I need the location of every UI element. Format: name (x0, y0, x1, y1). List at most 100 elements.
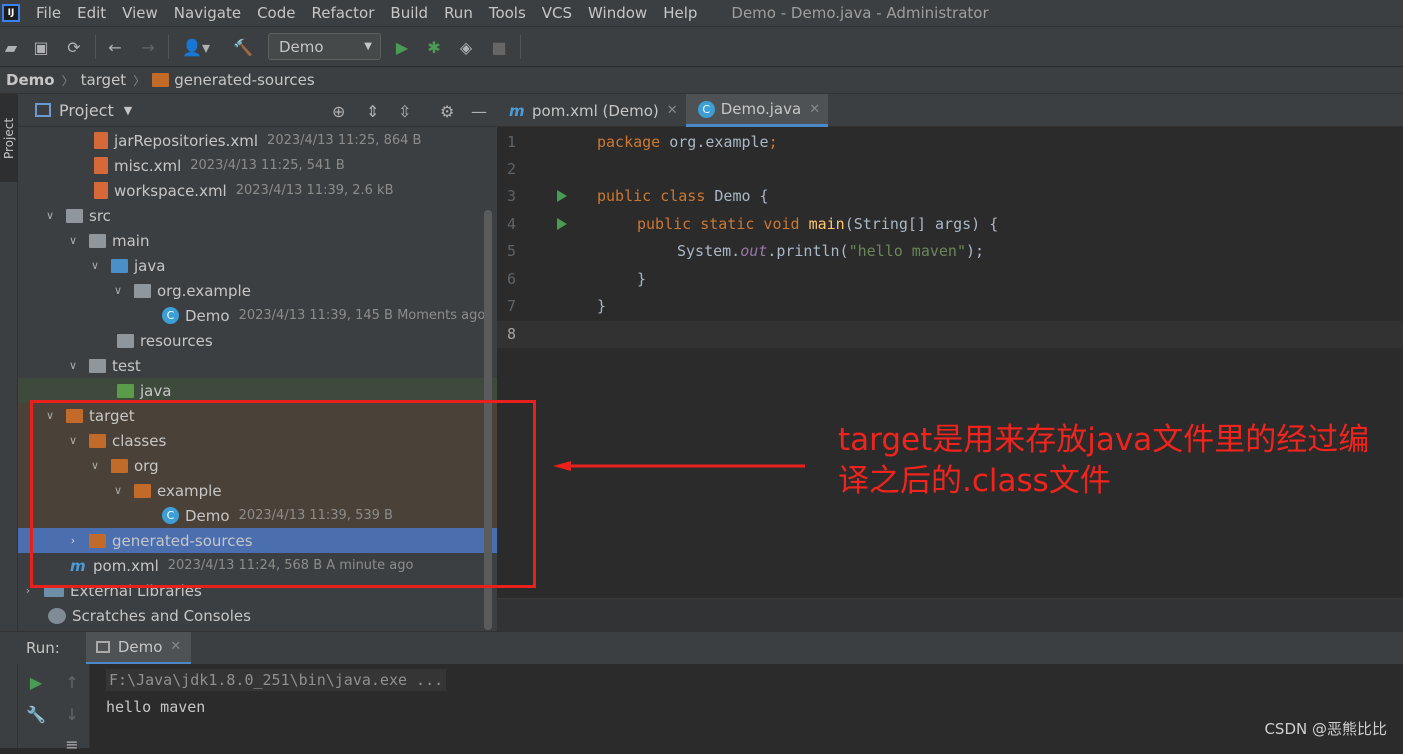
close-icon[interactable]: ✕ (667, 103, 678, 118)
save-icon[interactable]: ▣ (32, 37, 50, 57)
tree-item[interactable]: ∨ org.example (18, 278, 497, 303)
code-line: public static void main(String[] args) { (637, 215, 999, 233)
tree-item[interactable]: workspace.xml 2023/4/13 11:39, 2.6 kB (18, 178, 497, 203)
tree-item-label: java (140, 381, 172, 400)
breadcrumb-separator-icon: 〉 (133, 73, 146, 88)
tab-demo-java[interactable]: C Demo.java ✕ (685, 94, 829, 127)
tab-pom-xml[interactable]: m pom.xml (Demo) ✕ (497, 94, 686, 127)
menu-vcs[interactable]: VCS (542, 4, 572, 22)
folder-icon (89, 233, 106, 248)
tree-item[interactable]: ∨ test (18, 353, 497, 378)
menu-file[interactable]: File (36, 4, 61, 22)
tree-item[interactable]: ∨ main (18, 228, 497, 253)
chevron-down-icon[interactable]: ∨ (89, 259, 101, 272)
code-editor[interactable]: 1 2 3 4 5 6 7 8 package org.example; pub… (497, 127, 1403, 598)
console-icon (95, 640, 110, 653)
back-arrow-icon[interactable]: ← (105, 37, 125, 57)
line-number: 5 (507, 242, 517, 260)
menu-help[interactable]: Help (663, 4, 697, 22)
tree-item[interactable]: C Demo 2023/4/13 11:39, 145 B Moments ag… (18, 303, 497, 328)
minimize-icon[interactable]: — (471, 102, 487, 121)
project-panel-title[interactable]: Project (59, 101, 114, 120)
toolbar-divider (95, 35, 96, 59)
build-hammer-icon[interactable]: 🔨 (232, 37, 254, 57)
chevron-down-icon[interactable]: ∨ (44, 209, 56, 222)
down-arrow-icon[interactable]: ↓ (62, 704, 82, 724)
tree-item-label: src (89, 206, 111, 225)
sync-icon[interactable]: ⟳ (64, 37, 84, 57)
menu-run[interactable]: Run (444, 4, 473, 22)
tree-item[interactable]: ∨ java (18, 253, 497, 278)
console-line-output: hello maven (106, 698, 206, 716)
breadcrumb-generated-sources[interactable]: generated-sources (174, 71, 315, 89)
forward-arrow-icon[interactable]: → (138, 37, 158, 57)
tree-item-label: Scratches and Consoles (72, 606, 251, 625)
expand-all-icon[interactable]: ⇕ (366, 102, 379, 121)
editor-status-area (497, 598, 1403, 631)
code-line: public class Demo { (597, 187, 769, 205)
coverage-icon[interactable]: ◈ (456, 37, 476, 57)
chevron-down-icon[interactable]: ∨ (67, 359, 79, 372)
run-tab-demo[interactable]: Demo ✕ (85, 631, 192, 665)
close-icon[interactable]: ✕ (170, 639, 181, 654)
menu-edit[interactable]: Edit (77, 4, 106, 22)
gear-icon[interactable]: ⚙ (440, 102, 454, 121)
project-view-icon (35, 103, 51, 117)
code-line: System.out.println("hello maven"); (677, 242, 985, 260)
current-line-highlight (497, 321, 1403, 348)
rerun-icon[interactable]: ▶ (26, 672, 46, 692)
tree-item-label: misc.xml (114, 156, 182, 175)
stop-icon[interactable]: ■ (490, 37, 508, 57)
annotation-text: target是用来存放java文件里的经过编译之后的.class文件 (838, 422, 1370, 499)
line-number: 2 (507, 160, 517, 178)
tree-item-label: Demo (185, 306, 230, 325)
menu-refactor[interactable]: Refactor (311, 4, 374, 22)
run-gutter-icon[interactable] (557, 218, 567, 230)
project-tool-tab[interactable]: Project (0, 94, 18, 182)
chevron-down-icon[interactable]: ∨ (67, 234, 79, 247)
up-arrow-icon[interactable]: ↑ (62, 672, 82, 692)
menu-lines-icon[interactable]: ≡ (62, 734, 82, 754)
chevron-down-icon[interactable]: ▼ (124, 104, 132, 117)
locate-target-icon[interactable]: ⊕ (332, 102, 345, 121)
breadcrumb-separator-icon: 〉 (61, 73, 74, 88)
debug-bug-icon[interactable]: ✱ (424, 37, 444, 57)
line-number: 3 (507, 187, 517, 205)
menu-code[interactable]: Code (257, 4, 295, 22)
run-toolbar-secondary: ↑ ↓ ≡ (54, 664, 90, 754)
breadcrumb-project[interactable]: Demo (6, 71, 55, 89)
annotation-highlight-box (30, 400, 536, 588)
console-line-command[interactable]: F:\Java\jdk1.8.0_251\bin\java.exe ... (106, 669, 447, 691)
toolbar-divider (520, 35, 521, 59)
line-number: 4 (507, 215, 517, 233)
menu-view[interactable]: View (122, 4, 158, 22)
open-folder-icon[interactable]: ▰ (2, 37, 20, 57)
tree-item[interactable]: misc.xml 2023/4/13 11:25, 541 B (18, 153, 497, 178)
run-icon[interactable]: ▶ (393, 37, 411, 57)
tree-item-label: test (112, 356, 141, 375)
menu-window[interactable]: Window (588, 4, 647, 22)
annotation-arrow-icon (553, 461, 805, 471)
main-toolbar: ▰ ▣ ⟳ ← → 👤▾ 🔨 Demo ▼ ▶ ✱ ◈ ■ (0, 26, 1403, 66)
wrench-icon[interactable]: 🔧 (26, 704, 46, 724)
tree-item-label: main (112, 231, 150, 250)
tree-item[interactable]: jarRepositories.xml 2023/4/13 11:25, 864… (18, 128, 497, 153)
package-icon (134, 283, 151, 298)
run-config-selector[interactable]: Demo ▼ (268, 33, 381, 60)
tab-label: pom.xml (Demo) (532, 101, 659, 120)
breadcrumb-target[interactable]: target (81, 71, 127, 89)
menu-navigate[interactable]: Navigate (174, 4, 241, 22)
collapse-all-icon[interactable]: ⇳ (398, 102, 411, 121)
tree-item[interactable]: Scratches and Consoles (18, 603, 497, 628)
menu-tools[interactable]: Tools (489, 4, 526, 22)
project-panel-header: Project ▼ (18, 94, 497, 127)
tree-item[interactable]: ∨ src (18, 203, 497, 228)
menu-build[interactable]: Build (390, 4, 428, 22)
chevron-down-icon[interactable]: ∨ (112, 284, 124, 297)
run-toolbar: ▶ 🔧 (18, 664, 54, 748)
close-icon[interactable]: ✕ (809, 102, 820, 117)
user-dropdown-icon[interactable]: 👤▾ (178, 37, 214, 57)
run-gutter-icon[interactable] (557, 190, 567, 202)
tree-item[interactable]: resources (18, 328, 497, 353)
console-output[interactable]: F:\Java\jdk1.8.0_251\bin\java.exe ... he… (90, 664, 1403, 748)
